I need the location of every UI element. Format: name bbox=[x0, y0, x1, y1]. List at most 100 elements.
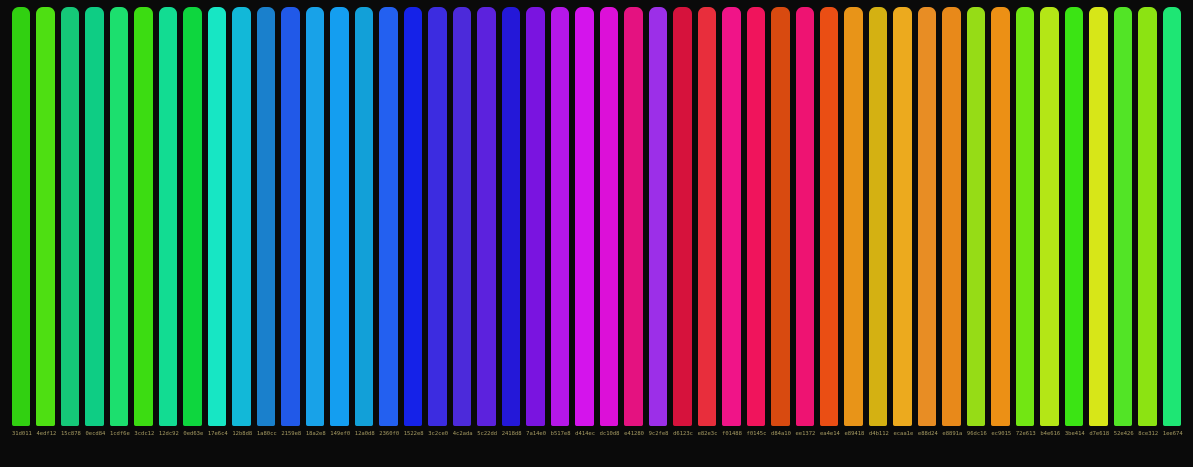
color-bar bbox=[844, 7, 863, 426]
color-hex-label: d414ec bbox=[575, 431, 596, 437]
color-bar bbox=[893, 7, 912, 426]
color-hex-label: b517e8 bbox=[550, 431, 571, 437]
color-hex-label: 3c2ce0 bbox=[428, 431, 449, 437]
color-hex-label: 72e613 bbox=[1015, 431, 1036, 437]
color-hex-label: 12b8d8 bbox=[232, 431, 253, 437]
swatch-column: 12a0d8 bbox=[354, 7, 375, 438]
color-bar bbox=[379, 7, 398, 426]
swatch-column: e88d24 bbox=[917, 7, 938, 438]
swatch-column: dc10d8 bbox=[599, 7, 620, 438]
color-bar bbox=[1162, 7, 1182, 426]
swatch-column: 1cdf6e bbox=[109, 7, 130, 438]
color-hex-label: f0145c bbox=[746, 431, 767, 437]
color-hex-label: 1522e8 bbox=[403, 431, 424, 437]
color-hex-label: 2159e8 bbox=[281, 431, 302, 437]
swatch-column: e41280 bbox=[624, 7, 644, 438]
color-hex-label: 8ce312 bbox=[1138, 431, 1159, 437]
color-bar bbox=[330, 7, 349, 426]
swatch-column: ec9015 bbox=[991, 7, 1012, 438]
color-bar bbox=[868, 7, 888, 426]
swatch-column: f0145c bbox=[746, 7, 767, 438]
color-hex-label: e89418 bbox=[844, 431, 865, 437]
color-hex-label: dc10d8 bbox=[599, 431, 620, 437]
color-bar bbox=[624, 7, 643, 426]
color-hex-label: ecaa1e bbox=[893, 431, 914, 437]
swatch-column: e89418 bbox=[844, 7, 865, 438]
color-bar bbox=[305, 7, 325, 426]
color-hex-label: 15c878 bbox=[60, 431, 81, 437]
color-hex-label: 1ee674 bbox=[1162, 431, 1183, 437]
swatch-column: d414ec bbox=[575, 7, 596, 438]
color-hex-label: 0ed63e bbox=[183, 431, 204, 437]
color-hex-label: 52e426 bbox=[1113, 431, 1134, 437]
swatch-column: 8ce312 bbox=[1138, 7, 1159, 438]
swatch-column: b517e8 bbox=[550, 7, 571, 438]
swatch-column: 72e613 bbox=[1015, 7, 1036, 438]
color-bar bbox=[109, 7, 129, 426]
color-hex-label: 9c2fe8 bbox=[648, 431, 669, 437]
swatch-column: 1ee674 bbox=[1162, 7, 1183, 438]
swatch-column: d84a10 bbox=[771, 7, 791, 438]
color-bar bbox=[771, 7, 790, 426]
color-hex-label: d84a10 bbox=[771, 431, 791, 437]
color-hex-label: 12dc92 bbox=[158, 431, 179, 437]
color-hex-label: ee1372 bbox=[795, 431, 816, 437]
color-hex-label: e8891a bbox=[942, 431, 963, 437]
swatch-column: ea4e14 bbox=[819, 7, 840, 438]
color-hex-label: 4c2ada bbox=[452, 431, 473, 437]
color-bar bbox=[85, 7, 104, 426]
color-bar bbox=[256, 7, 276, 426]
color-hex-label: d6123c bbox=[673, 431, 693, 437]
color-bar bbox=[428, 7, 447, 426]
color-bar bbox=[942, 7, 961, 426]
color-bar bbox=[599, 7, 619, 426]
color-hex-label: ea4e14 bbox=[819, 431, 840, 437]
color-hex-label: 31d011 bbox=[12, 431, 32, 437]
color-bar bbox=[795, 7, 814, 426]
swatch-column: f01488 bbox=[722, 7, 742, 438]
color-bar bbox=[722, 7, 741, 426]
swatch-column: e82e3c bbox=[697, 7, 717, 438]
color-bar bbox=[12, 7, 31, 426]
swatch-column: 0ecd84 bbox=[85, 7, 106, 438]
color-bar bbox=[575, 7, 594, 426]
swatch-column: b4e616 bbox=[1040, 7, 1060, 438]
swatch-column: 149ef0 bbox=[330, 7, 350, 438]
color-hex-label: 7a14e0 bbox=[526, 431, 547, 437]
color-bar bbox=[403, 7, 423, 426]
swatch-column: 52e426 bbox=[1113, 7, 1134, 438]
color-bar bbox=[819, 7, 839, 426]
color-bar bbox=[36, 7, 55, 426]
swatch-column: 12dc92 bbox=[158, 7, 179, 438]
color-hex-label: e88d24 bbox=[917, 431, 938, 437]
swatch-column: 1a80cc bbox=[256, 7, 277, 438]
swatch-column: 15c878 bbox=[60, 7, 81, 438]
swatch-column: 5c22dd bbox=[477, 7, 498, 438]
color-hex-label: 0ecd84 bbox=[85, 431, 106, 437]
color-hex-label: d7e618 bbox=[1089, 431, 1110, 437]
color-bar bbox=[1015, 7, 1035, 426]
swatch-column: ecaa1e bbox=[893, 7, 914, 438]
swatch-column: d6123c bbox=[673, 7, 693, 438]
swatch-column: ee1372 bbox=[795, 7, 816, 438]
color-bar bbox=[452, 7, 472, 426]
color-hex-label: 2360f0 bbox=[379, 431, 400, 437]
color-bar bbox=[134, 7, 153, 426]
color-bar bbox=[207, 7, 227, 426]
swatch-column: 18a2e8 bbox=[305, 7, 326, 438]
color-hex-label: ec9015 bbox=[991, 431, 1012, 437]
color-hex-label: d4b112 bbox=[868, 431, 889, 437]
color-bar bbox=[232, 7, 251, 426]
swatch-column: 1522e8 bbox=[403, 7, 424, 438]
color-hex-label: 5c22dd bbox=[477, 431, 498, 437]
color-bar bbox=[1138, 7, 1157, 426]
color-bar bbox=[281, 7, 300, 426]
color-bar bbox=[183, 7, 202, 426]
swatch-column: d7e618 bbox=[1089, 7, 1110, 438]
swatch-column: 3cdc12 bbox=[134, 7, 154, 438]
color-hex-label: 2418d8 bbox=[501, 431, 522, 437]
color-bar bbox=[158, 7, 178, 426]
swatch-column: 9c2fe8 bbox=[648, 7, 669, 438]
color-hex-label: 96dc16 bbox=[966, 431, 987, 437]
swatch-column: 12b8d8 bbox=[232, 7, 253, 438]
